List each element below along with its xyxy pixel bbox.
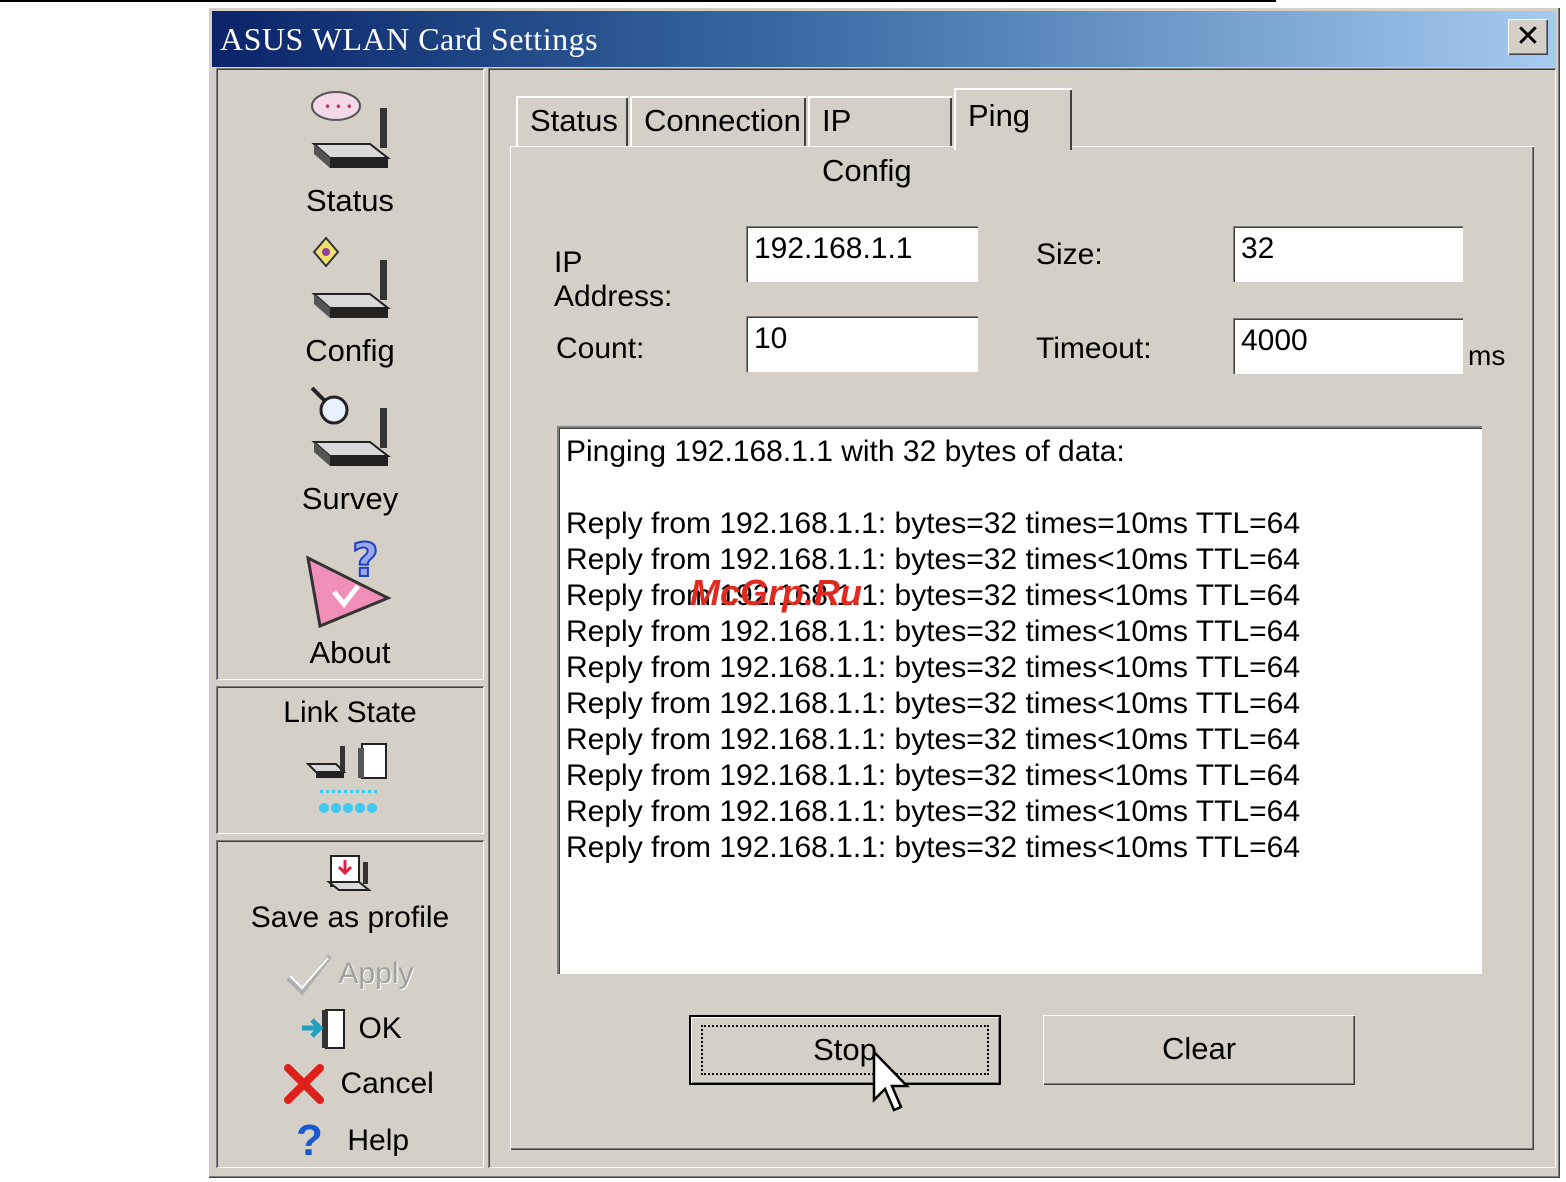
router-chat-icon: • • •: [311, 91, 391, 168]
title-bar[interactable]: ASUS WLAN Card Settings ✕: [212, 11, 1556, 67]
size-label: Size:: [1036, 238, 1103, 271]
svg-text:?: ?: [352, 534, 379, 587]
nav-survey[interactable]: Survey: [216, 384, 484, 517]
nav-survey-label: Survey: [301, 481, 399, 516]
red-x-icon: [284, 1064, 324, 1104]
ok-label: OK: [358, 1012, 402, 1045]
output-line: Reply from 192.168.1.1: bytes=32 times<1…: [566, 759, 1301, 792]
output-line: Reply from 192.168.1.1: bytes=32 times=1…: [566, 507, 1301, 540]
tab-ping[interactable]: Ping: [954, 88, 1072, 150]
nav-config[interactable]: Config: [216, 236, 484, 369]
link-state-icon: [305, 743, 387, 813]
ip-address-label: IP Address:: [554, 246, 673, 313]
size-input[interactable]: 32: [1233, 226, 1463, 282]
save-profile-icon: [326, 855, 372, 891]
save-profile-button[interactable]: Save as profile: [216, 852, 484, 935]
question-icon: ?: [296, 1116, 323, 1165]
window-title: ASUS WLAN Card Settings: [220, 21, 599, 57]
nav-about[interactable]: ? About: [216, 532, 484, 671]
cancel-label: Cancel: [340, 1067, 434, 1100]
stop-label: Stop: [701, 1025, 989, 1075]
tab-connection[interactable]: Connection: [630, 96, 806, 146]
timeout-unit: ms: [1468, 340, 1506, 371]
output-line: Reply from 192.168.1.1: bytes=32 times<1…: [566, 723, 1301, 756]
ping-output-textarea[interactable]: Pinging 192.168.1.1 with 32 bytes of dat…: [557, 426, 1482, 974]
page-rule: [0, 0, 1276, 2]
watermark: McGrp.Ru: [690, 572, 863, 613]
output-line: Reply from 192.168.1.1: bytes=32 times<1…: [566, 687, 1301, 720]
count-input[interactable]: 10: [746, 316, 978, 372]
close-icon: ✕: [1515, 20, 1541, 53]
link-state-panel: Link State: [216, 686, 484, 834]
count-label: Count:: [556, 332, 645, 365]
svg-text:• • •: • • •: [324, 100, 353, 114]
nav-about-label: About: [309, 635, 391, 670]
save-profile-label: Save as profile: [250, 901, 450, 934]
nav-panel: • • • Status Config Survey ? About: [216, 68, 484, 680]
actions-panel: Save as profile Apply OK Cancel ? Help: [216, 840, 484, 1168]
stop-button[interactable]: Stop: [689, 1015, 1001, 1085]
help-button[interactable]: ? Help: [296, 1116, 409, 1166]
timeout-input[interactable]: 4000: [1233, 318, 1463, 374]
output-line: Reply from 192.168.1.1: bytes=32 times<1…: [566, 615, 1301, 648]
checkmark-icon: [286, 954, 332, 996]
cancel-button[interactable]: Cancel: [282, 1062, 434, 1112]
ip-address-input[interactable]: 192.168.1.1: [746, 226, 978, 282]
output-line: Reply from 192.168.1.1: bytes=32 times<1…: [566, 795, 1301, 828]
tab-ip-config[interactable]: IP Config: [808, 96, 952, 188]
link-state-label: Link State: [283, 696, 417, 729]
apply-label: Apply: [338, 957, 414, 990]
clear-label: Clear: [1161, 1031, 1237, 1066]
help-label: Help: [347, 1124, 410, 1157]
router-config-icon: [311, 236, 391, 318]
ok-button[interactable]: OK: [300, 1006, 402, 1056]
mouse-cursor-icon: [872, 1050, 910, 1112]
nav-status[interactable]: • • • Status: [216, 86, 484, 219]
ok-door-icon: [302, 1009, 345, 1049]
clear-button[interactable]: Clear: [1043, 1015, 1355, 1085]
output-line: Reply from 192.168.1.1: bytes=32 times<1…: [566, 651, 1301, 684]
about-question-icon: ?: [306, 532, 392, 629]
router-search-icon: [310, 386, 391, 466]
timeout-label: Timeout:: [1036, 332, 1152, 365]
nav-status-label: Status: [306, 183, 394, 218]
tab-status[interactable]: Status: [516, 96, 628, 146]
close-button[interactable]: ✕: [1508, 19, 1548, 55]
output-line: Pinging 192.168.1.1 with 32 bytes of dat…: [566, 435, 1125, 468]
output-line: Reply from 192.168.1.1: bytes=32 times<1…: [566, 831, 1301, 864]
apply-button[interactable]: Apply: [284, 950, 414, 1000]
nav-config-label: Config: [305, 333, 395, 368]
